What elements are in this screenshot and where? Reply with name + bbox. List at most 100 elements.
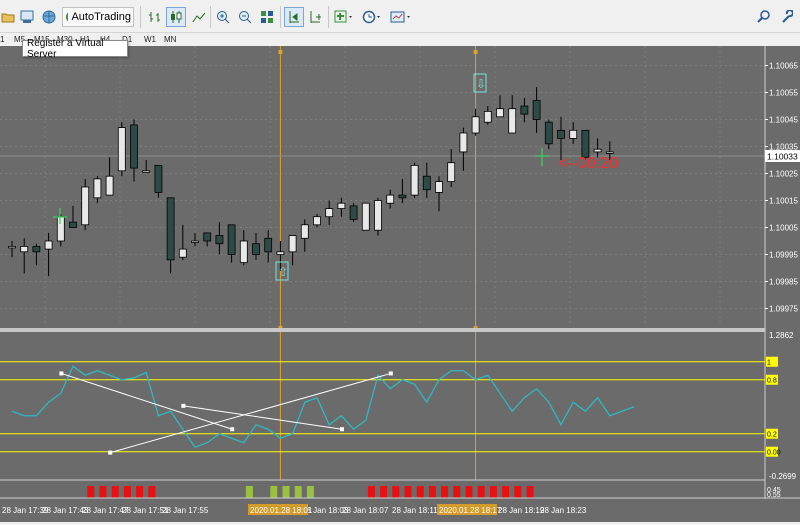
- candle-body: [20, 245, 29, 253]
- candlesticks: [8, 87, 614, 277]
- candle-body: [178, 248, 187, 258]
- candle-body: [215, 235, 224, 245]
- signal-bar: [502, 486, 510, 498]
- autotrading-label: AutoTrading: [71, 11, 131, 23]
- candle-body: [374, 200, 382, 231]
- main-toolbar: AutoTrading: [0, 0, 800, 33]
- oscillator-level-label: 0.8: [767, 378, 777, 385]
- settings-icon[interactable]: [778, 7, 794, 27]
- candle-body: [593, 148, 602, 153]
- signal-bar: [99, 486, 107, 498]
- candle-body: [337, 202, 346, 209]
- signal-bar: [245, 486, 253, 498]
- signal-bar: [514, 486, 522, 498]
- price-tick-label: 1.09985: [769, 278, 798, 287]
- candle-body: [239, 240, 248, 264]
- time-tick-label: 28 Jan 18:19: [498, 506, 545, 515]
- autoscroll-icon[interactable]: [284, 7, 304, 27]
- candle-body: [44, 240, 53, 250]
- candle-body: [386, 194, 395, 204]
- trendline: [61, 372, 233, 430]
- vertical-lines: [278, 46, 478, 480]
- cross-marker: [53, 208, 67, 224]
- zoom-in-icon[interactable]: [214, 7, 232, 27]
- candle-body: [410, 165, 419, 196]
- oscillator-levels: [0, 361, 765, 453]
- candle-body: [459, 132, 468, 153]
- candle-body: [56, 216, 65, 242]
- candle-body: [520, 105, 529, 115]
- autotrading-icon: [66, 12, 69, 22]
- candle-body: [105, 175, 114, 196]
- candle-body: [313, 216, 321, 226]
- candle-body: [435, 181, 443, 193]
- cross-marker: [535, 148, 549, 166]
- candle-body: [398, 194, 407, 199]
- signal-bar: [453, 486, 461, 498]
- signal-bar: [392, 486, 400, 498]
- candle-body: [154, 165, 163, 193]
- candle-body: [142, 170, 151, 173]
- signal-bar: [477, 486, 485, 498]
- signal-bars: [87, 486, 534, 498]
- time-tick-label: 28 Jan 17:55: [162, 506, 209, 515]
- candle-body: [81, 186, 90, 226]
- globe-icon[interactable]: [40, 7, 58, 27]
- zoom-out-icon[interactable]: [236, 7, 254, 27]
- tile-windows-icon[interactable]: [258, 7, 276, 27]
- price-tick-label: 1.10015: [769, 197, 798, 206]
- templates-icon[interactable]: [388, 7, 414, 27]
- candle-body: [8, 245, 16, 249]
- chart-window[interactable]: ⇩ ⇧ 1.10065 1.10055 1.10045 1.10035 1.10025 1.…: [0, 46, 800, 522]
- signal-bar: [282, 486, 290, 498]
- tf-1[interactable]: 1: [0, 33, 4, 46]
- tf-mn[interactable]: MN: [164, 33, 176, 46]
- time-tick-label: 28 Jan 18:23: [540, 506, 587, 515]
- candle-body: [581, 129, 590, 158]
- signal-bar: [489, 486, 497, 498]
- price-tick-label: 1.10025: [769, 170, 798, 179]
- candle-body: [203, 232, 212, 242]
- chart-shift-icon[interactable]: [306, 7, 324, 27]
- time-highlight-label: 2020.01.28 18:17: [439, 506, 502, 515]
- signal-bar: [123, 486, 131, 498]
- candle-body: [93, 178, 102, 199]
- price-tick-label: 1.10045: [769, 116, 798, 125]
- oscillator-max-label: 1.2862: [769, 331, 794, 340]
- signal-bar: [306, 486, 314, 498]
- oscillator-axis: 10.80.20.001.2862-0.26990.450.55: [766, 331, 797, 499]
- print-icon[interactable]: [18, 7, 36, 27]
- countdown-timer: <--00:20: [558, 155, 618, 172]
- candle-body: [227, 224, 236, 255]
- price-chart-svg[interactable]: ⇩⇧ 1.100651.100551.100451.100351.100251.…: [0, 46, 800, 522]
- candlestick-chart-icon[interactable]: [166, 7, 186, 27]
- signal-bar: [441, 486, 449, 498]
- signal-bar: [111, 486, 119, 498]
- candle-body: [191, 240, 199, 243]
- open-folder-icon[interactable]: [0, 7, 16, 27]
- tf-w1[interactable]: W1: [144, 33, 156, 46]
- oscillator-level-label: 0.00: [767, 450, 781, 457]
- time-tick-label: 28 Jan 18:11: [392, 506, 438, 515]
- oscillator-level-label: 1: [767, 360, 771, 367]
- line-chart-icon[interactable]: [190, 7, 208, 27]
- time-highlight-label: 2020.01.28 18:01: [250, 506, 313, 515]
- periods-icon[interactable]: [360, 7, 384, 27]
- signal-bar: [465, 486, 473, 498]
- signal-bar: [136, 486, 144, 498]
- search-icon[interactable]: [756, 7, 772, 27]
- autotrading-button[interactable]: AutoTrading: [62, 7, 134, 27]
- signal-bar: [270, 486, 278, 498]
- time-tick-label: 28 Jan 18:07: [342, 506, 389, 515]
- candle-body: [544, 121, 553, 145]
- candle-body: [605, 151, 614, 154]
- candle-body: [300, 224, 309, 239]
- candle-body: [483, 111, 492, 123]
- candle-body: [496, 108, 504, 118]
- indicators-icon[interactable]: [332, 7, 356, 27]
- trendline-handle: [230, 427, 235, 432]
- candle-body: [264, 237, 273, 253]
- bar-chart-icon[interactable]: [146, 7, 164, 27]
- signal-bar: [404, 486, 412, 498]
- trendline-handle: [108, 450, 113, 455]
